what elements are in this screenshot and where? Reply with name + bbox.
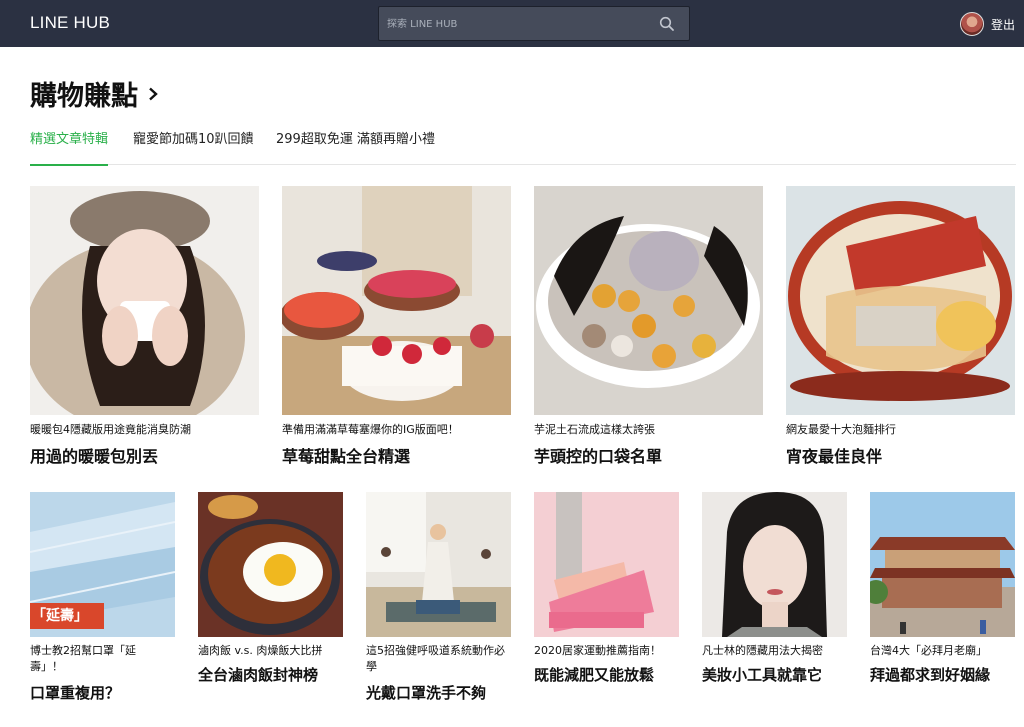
article-card-vaseline[interactable]: 凡士林的隱藏用法大揭密 美妝小工具就靠它 [702, 492, 847, 707]
article-card-heat-pack[interactable]: 暖暖包4隱藏版用途竟能消臭防潮 用過的暖暖包別丟 [30, 186, 259, 466]
article-subtitle: 2020居家運動推薦指南！ [534, 644, 661, 657]
article-image [282, 186, 511, 415]
article-title: 宵夜最佳良伴 [786, 447, 883, 466]
article-image [366, 492, 511, 637]
logout-link[interactable]: 登出 [991, 16, 1015, 33]
chevron-right-icon [149, 87, 158, 100]
article-subtitle: 芋泥土石流成這樣太誇張 [534, 423, 655, 436]
article-image [534, 492, 679, 637]
taro-dessert-image [534, 186, 763, 415]
article-image [198, 492, 343, 637]
article-card-yoga[interactable]: 這5招強健呼吸道系統動作必學 光戴口罩洗手不夠 [366, 492, 511, 707]
woman-portrait-image [702, 492, 847, 637]
image-badge: 「延壽」 [32, 608, 88, 624]
braised-pork-rice-image [198, 492, 343, 637]
article-subtitle: 台灣4大「必拜月老廟」 [870, 644, 987, 657]
article-card-home-exercise[interactable]: 2020居家運動推薦指南！ 既能減肥又能放鬆 [534, 492, 679, 707]
article-card-taro[interactable]: 芋泥土石流成這樣太誇張 芋頭控的口袋名單 [534, 186, 763, 466]
article-title: 用過的暖暖包別丟 [30, 447, 159, 466]
article-title: 芋頭控的口袋名單 [534, 447, 663, 466]
article-title: 拜過都求到好姻緣 [870, 666, 991, 684]
stretch-board-image [534, 492, 679, 637]
search-icon[interactable] [659, 16, 675, 32]
brand-logo[interactable]: LINE HUB [30, 13, 110, 33]
top-navigation-bar: LINE HUB 登出 [0, 0, 1024, 47]
article-image: 「延壽」 [30, 492, 175, 637]
tab-free-shipping[interactable]: 299超取免運 滿額再贈小禮 [276, 128, 435, 165]
yoga-class-image [366, 492, 511, 637]
article-subtitle: 博士教2招幫口罩「延壽」！ [30, 644, 136, 673]
article-title: 草莓甜點全台精選 [282, 447, 411, 466]
article-subtitle: 準備用滿滿草莓塞爆你的IG版面吧！ [282, 423, 459, 436]
article-card-temple[interactable]: 台灣4大「必拜月老廟」 拜過都求到好姻緣 [870, 492, 1015, 707]
woman-with-cup-image [30, 186, 259, 415]
article-title: 美妝小工具就靠它 [702, 666, 823, 684]
article-card-masks[interactable]: 「延壽」 博士教2招幫口罩「延壽」！ 口罩重複用？ [30, 492, 175, 707]
article-title: 既能減肥又能放鬆 [534, 666, 655, 684]
article-card-noodles[interactable]: 網友最愛十大泡麵排行 宵夜最佳良伴 [786, 186, 1015, 466]
article-subtitle: 暖暖包4隱藏版用途竟能消臭防潮 [30, 423, 191, 436]
temple-image [870, 492, 1015, 637]
strawberry-desserts-image [282, 186, 511, 415]
article-image [702, 492, 847, 637]
article-subtitle: 滷肉飯 v.s. 肉燥飯大比拼 [198, 644, 323, 657]
article-title: 光戴口罩洗手不夠 [366, 684, 487, 702]
article-subtitle: 凡士林的隱藏用法大揭密 [702, 644, 823, 657]
article-card-strawberry[interactable]: 準備用滿滿草莓塞爆你的IG版面吧！ 草莓甜點全台精選 [282, 186, 511, 466]
tab-pet-day-bonus[interactable]: 寵愛節加碼10趴回饋 [133, 128, 254, 165]
search-box[interactable] [378, 6, 690, 41]
section-title: 購物賺點 [30, 81, 138, 112]
tab-featured-articles[interactable]: 精選文章特輯 [30, 128, 109, 166]
article-image [534, 186, 763, 415]
search-input[interactable] [387, 15, 647, 33]
category-tabs: 精選文章特輯 寵愛節加碼10趴回饋 299超取免運 滿額再贈小禮 [30, 128, 1016, 166]
article-card-pork-rice[interactable]: 滷肉飯 v.s. 肉燥飯大比拼 全台滷肉飯封神榜 [198, 492, 343, 707]
article-subtitle: 網友最愛十大泡麵排行 [786, 423, 896, 436]
avatar[interactable] [960, 12, 984, 36]
article-subtitle: 這5招強健呼吸道系統動作必學 [366, 644, 505, 673]
article-image [870, 492, 1015, 637]
section-title-link[interactable]: 購物賺點 [30, 74, 160, 113]
article-title: 全台滷肉飯封神榜 [198, 666, 319, 684]
article-title: 口罩重複用？ [30, 684, 121, 702]
article-image [786, 186, 1015, 415]
article-image [30, 186, 259, 415]
instant-noodle-image [786, 186, 1015, 415]
